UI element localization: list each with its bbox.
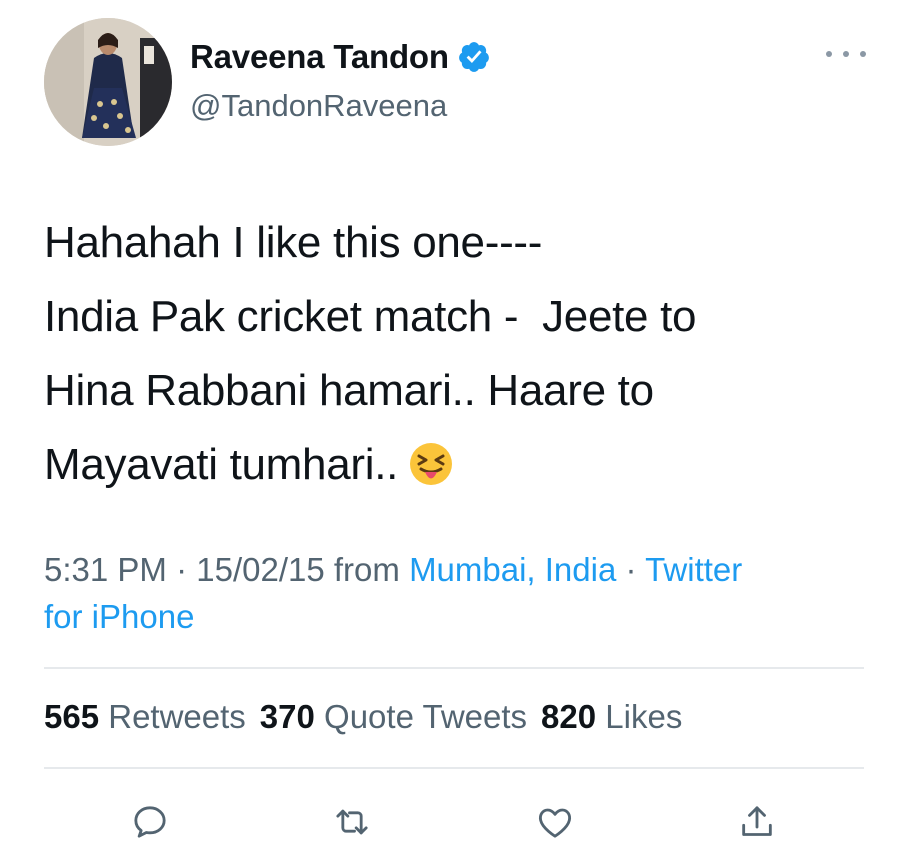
likes-label: Likes: [605, 698, 683, 735]
squinting-face-with-tongue-icon: [408, 436, 454, 485]
tweet-text: Hahahah I like this one---- India Pak cr…: [44, 206, 874, 502]
retweets-stat[interactable]: 565 Retweets: [44, 698, 246, 735]
share-icon[interactable]: [733, 798, 781, 846]
tweet-line: Hina Rabbani hamari.. Haare to: [44, 366, 654, 415]
tweet-line: India Pak cricket match - Jeete to: [44, 292, 697, 341]
like-icon[interactable]: [531, 798, 579, 846]
location-link[interactable]: Mumbai, India: [409, 551, 616, 588]
retweets-label: Retweets: [108, 698, 246, 735]
retweets-count: 565: [44, 698, 100, 735]
more-options-icon[interactable]: [826, 42, 866, 66]
verified-badge-icon: [457, 40, 491, 74]
divider: [44, 767, 864, 769]
quotes-count: 370: [259, 698, 315, 735]
quotes-label: Quote Tweets: [324, 698, 528, 735]
likes-stat[interactable]: 820 Likes: [541, 698, 682, 735]
display-name[interactable]: Raveena Tandon: [190, 38, 449, 76]
avatar[interactable]: [44, 18, 172, 146]
tweet-stats: 565 Retweets 370 Quote Tweets 820 Likes: [44, 698, 682, 736]
tweet-time[interactable]: 5:31 PM: [44, 551, 167, 588]
dot-icon: [826, 51, 832, 57]
meta-separator: ·: [625, 551, 637, 588]
meta-separator: ·: [176, 551, 188, 588]
dot-icon: [843, 51, 849, 57]
retweet-icon[interactable]: [328, 798, 376, 846]
avatar-photo: [44, 18, 172, 146]
divider: [44, 667, 864, 669]
quotes-stat[interactable]: 370 Quote Tweets: [260, 698, 527, 735]
tweet-line-last: Mayavati tumhari..: [44, 428, 874, 502]
tweet-line: Hahahah I like this one----: [44, 218, 543, 267]
likes-count: 820: [541, 698, 597, 735]
tweet-date[interactable]: 15/02/15: [196, 551, 324, 588]
handle[interactable]: @TandonRaveena: [190, 88, 447, 124]
meta-from: from: [333, 551, 400, 588]
tweet-line-text: Mayavati tumhari..: [44, 440, 399, 489]
tweet-meta: 5:31 PM · 15/02/15 from Mumbai, India · …: [44, 546, 854, 640]
reply-icon[interactable]: [126, 798, 174, 846]
source-part1: Twitter: [645, 551, 743, 588]
dot-icon: [860, 51, 866, 57]
source-part2: for iPhone: [44, 598, 195, 635]
